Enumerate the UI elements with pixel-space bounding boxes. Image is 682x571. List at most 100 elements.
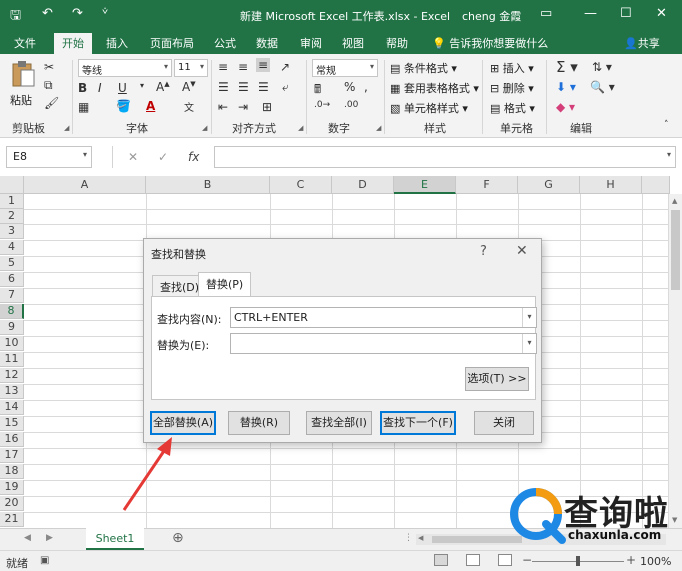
scroll-up-icon[interactable]: ▲: [672, 197, 677, 205]
normal-view-icon[interactable]: [434, 554, 448, 566]
zoom-level[interactable]: 100%: [640, 555, 671, 568]
find-select-icon[interactable]: 🔍 ▾: [590, 80, 615, 94]
replace-with-input[interactable]: ▾: [230, 333, 537, 354]
underline-dropdown-icon[interactable]: ▾: [140, 81, 144, 90]
tab-file[interactable]: 文件: [14, 35, 36, 51]
borders-icon[interactable]: ▦: [78, 100, 89, 114]
insert-cells-button[interactable]: ⊞ 插入 ▾: [490, 60, 534, 76]
undo-icon[interactable]: ↶: [42, 6, 53, 21]
column-header-partial[interactable]: [642, 176, 670, 194]
save-icon[interactable]: 🖫: [10, 6, 21, 28]
row-header[interactable]: 20: [0, 496, 24, 511]
select-all-corner[interactable]: [0, 176, 24, 194]
row-header[interactable]: 5: [0, 256, 24, 271]
share-button[interactable]: 👤共享: [624, 35, 660, 51]
underline-icon[interactable]: U: [118, 81, 127, 95]
number-launcher-icon[interactable]: ◢: [376, 124, 381, 132]
cancel-entry-icon[interactable]: ✕: [128, 150, 138, 164]
vertical-scrollbar[interactable]: ▲ ▼: [668, 194, 682, 528]
scrollbar-thumb[interactable]: [671, 210, 680, 290]
row-header[interactable]: 15: [0, 416, 24, 431]
row-header[interactable]: 4: [0, 240, 24, 255]
paste-button[interactable]: 粘贴: [8, 60, 38, 107]
column-header-c[interactable]: C: [270, 176, 332, 194]
tab-formulas[interactable]: 公式: [214, 35, 236, 51]
font-name-select[interactable]: 等线 ▾: [78, 59, 172, 77]
copy-icon[interactable]: ⧉: [44, 78, 53, 93]
column-header-f[interactable]: F: [456, 176, 518, 194]
fill-icon[interactable]: ⬇ ▾: [556, 80, 576, 94]
tab-insert[interactable]: 插入: [106, 35, 128, 51]
enter-entry-icon[interactable]: ✓: [158, 150, 168, 164]
column-header-a[interactable]: A: [24, 176, 146, 194]
tab-home[interactable]: 开始: [54, 33, 92, 54]
page-layout-view-icon[interactable]: [466, 554, 480, 566]
increase-decimal-icon[interactable]: .0→: [314, 100, 330, 110]
merge-center-icon[interactable]: ⊞: [262, 100, 272, 114]
row-header[interactable]: 1: [0, 194, 24, 209]
align-bottom-icon[interactable]: ≡: [256, 58, 271, 72]
column-header-g[interactable]: G: [518, 176, 580, 194]
add-sheet-icon[interactable]: ⊕: [172, 530, 184, 546]
row-header[interactable]: 10: [0, 336, 24, 351]
chevron-down-icon[interactable]: ▾: [522, 308, 536, 327]
maximize-icon[interactable]: ☐: [620, 6, 632, 21]
collapse-ribbon-icon[interactable]: ˄: [664, 120, 669, 130]
user-name[interactable]: cheng 金霞: [462, 8, 521, 24]
row-header[interactable]: 18: [0, 464, 24, 479]
cut-icon[interactable]: ✂: [44, 60, 54, 74]
decrease-indent-icon[interactable]: ⇤: [218, 100, 228, 114]
row-header-selected[interactable]: 8: [0, 304, 24, 319]
tab-help[interactable]: 帮助: [386, 35, 408, 51]
row-header[interactable]: 14: [0, 400, 24, 415]
replace-all-button[interactable]: 全部替换(A): [150, 411, 216, 435]
align-left-icon[interactable]: ☰: [218, 80, 229, 94]
italic-icon[interactable]: I: [98, 81, 102, 95]
help-icon[interactable]: ?: [480, 244, 487, 259]
row-header[interactable]: 13: [0, 384, 24, 399]
conditional-formatting-button[interactable]: ▤ 条件格式 ▾: [390, 60, 457, 76]
close-button[interactable]: 关闭: [474, 411, 534, 435]
sheet-tab-more-icon[interactable]: ⋮: [404, 533, 413, 543]
sort-filter-icon[interactable]: ⇅ ▾: [592, 60, 612, 74]
row-header[interactable]: 3: [0, 224, 24, 239]
close-icon[interactable]: ✕: [516, 243, 528, 259]
column-header-b[interactable]: B: [146, 176, 270, 194]
scroll-left-icon[interactable]: ◀: [418, 534, 423, 542]
autosum-icon[interactable]: Σ ▾: [556, 58, 578, 76]
decrease-decimal-icon[interactable]: .00: [344, 100, 358, 110]
bold-icon[interactable]: B: [78, 81, 87, 95]
find-what-input[interactable]: CTRL+ENTER ▾: [230, 307, 537, 328]
align-middle-icon[interactable]: ≡: [238, 60, 248, 74]
row-header[interactable]: 9: [0, 320, 24, 335]
tab-page-layout[interactable]: 页面布局: [150, 35, 194, 51]
comma-style-icon[interactable]: ,: [364, 80, 368, 94]
font-color-icon[interactable]: A: [146, 99, 155, 113]
clear-icon[interactable]: ◆ ▾: [556, 100, 575, 114]
insert-function-icon[interactable]: fx: [188, 150, 199, 164]
find-next-button[interactable]: 查找下一个(F): [380, 411, 456, 435]
align-top-icon[interactable]: ≡: [218, 60, 228, 74]
format-painter-icon[interactable]: 🖌: [44, 96, 59, 110]
find-all-button[interactable]: 查找全部(I): [306, 411, 372, 435]
cell-styles-button[interactable]: ▧ 单元格样式 ▾: [390, 100, 468, 116]
wrap-text-icon[interactable]: ⤶: [282, 80, 289, 95]
font-size-select[interactable]: 11 ▾: [174, 59, 208, 77]
redo-icon[interactable]: ↷: [72, 6, 83, 21]
row-header[interactable]: 6: [0, 272, 24, 287]
zoom-slider-knob[interactable]: [576, 556, 580, 566]
column-header-h[interactable]: H: [580, 176, 642, 194]
sheet-tab-sheet1[interactable]: Sheet1: [86, 528, 144, 550]
align-center-icon[interactable]: ☰: [238, 80, 249, 94]
tell-me-search[interactable]: 💡 告诉我你想要做什么: [432, 35, 548, 51]
orientation-icon[interactable]: ↗: [280, 60, 290, 74]
tab-data[interactable]: 数据: [256, 35, 278, 51]
increase-indent-icon[interactable]: ⇥: [238, 100, 248, 114]
ribbon-display-icon[interactable]: ▭: [540, 6, 552, 21]
font-launcher-icon[interactable]: ◢: [202, 124, 207, 132]
macro-record-icon[interactable]: ▣: [40, 555, 49, 566]
column-header-d[interactable]: D: [332, 176, 394, 194]
sheet-next-icon[interactable]: ▶: [46, 533, 53, 543]
format-cells-button[interactable]: ▤ 格式 ▾: [490, 100, 535, 116]
align-right-icon[interactable]: ☰: [258, 80, 269, 94]
